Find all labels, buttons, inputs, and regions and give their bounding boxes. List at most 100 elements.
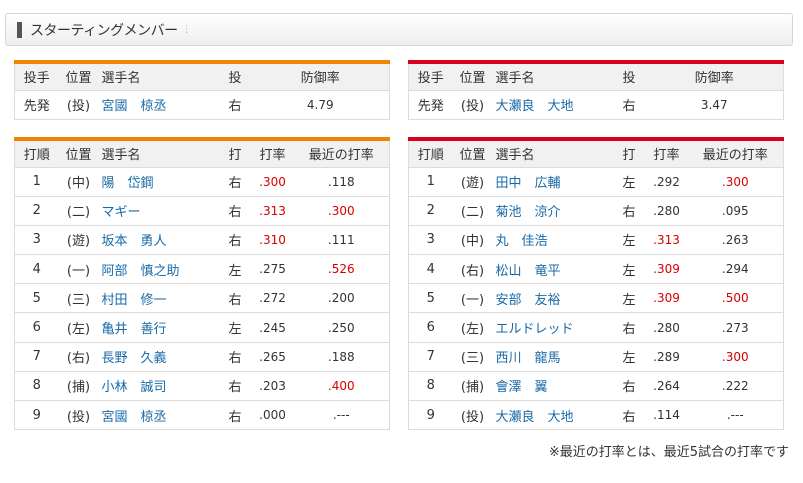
table-row: 5 (三) 村田 修一右 .272.200 [14,283,390,313]
table-row: 7 (三) 西川 龍馬左 .289.300 [408,341,784,372]
lineup-table-right: 打順 位置 選手名 打 打率 最近の打率 1 (遊) 田中 広輔左 .292.300 2… [408,137,784,431]
recent-avg: .300 [687,166,784,197]
batting-order: 8 [408,370,453,401]
bats: 右 [218,166,252,197]
player-link[interactable]: マギー [98,195,219,226]
player-link[interactable]: 阿部 慎之助 [98,254,219,284]
batting-avg: .309 [645,254,688,284]
table-row: 3 (遊) 坂本 勇人右 .310.111 [14,224,390,255]
table-row: 8 (捕) 小林 誠司右 .203.400 [14,370,390,401]
col-header: 打 [612,139,646,167]
recent-avg: .--- [293,399,390,431]
position: (右) [452,254,493,284]
position: (二) [58,195,99,226]
table-row: 1 (遊) 田中 広輔左 .292.300 [408,166,784,197]
batting-order: 1 [14,166,59,197]
position: (三) [58,283,99,313]
table-row: 6 (左) 亀井 善行左 .245.250 [14,312,390,343]
batting-avg: .245 [251,312,294,343]
batting-order: 3 [14,224,59,255]
player-link[interactable]: 安部 友裕 [492,283,613,313]
player-link[interactable]: 宮國 椋丞 [98,399,219,431]
position: (投) [452,399,493,431]
col-header: 打率 [645,139,688,167]
col-header: 投手 [408,62,453,90]
player-link[interactable]: 大瀬良 大地 [492,399,613,431]
bats: 右 [612,195,646,226]
col-header: 投 [612,62,646,90]
position: (左) [58,312,99,343]
col-header: 打順 [14,139,59,167]
batting-order: 5 [14,283,59,313]
batting-avg: .310 [251,224,294,255]
player-link[interactable]: 會澤 翼 [492,370,613,401]
throws: 右 [612,89,646,120]
footnote: ※最近の打率とは、最近5試合の打率です [548,445,789,460]
player-link[interactable]: 亀井 善行 [98,312,219,343]
batting-order: 4 [14,254,59,284]
recent-avg: .400 [293,370,390,401]
batting-order: 5 [408,283,453,313]
position: (左) [452,312,493,343]
bats: 左 [612,341,646,372]
batting-avg: .275 [251,254,294,284]
player-link[interactable]: 長野 久義 [98,341,219,372]
batting-avg: .265 [251,341,294,372]
player-link[interactable]: 宮國 椋丞 [98,89,219,120]
batting-order: 1 [408,166,453,197]
player-link[interactable]: 陽 岱鋼 [98,166,219,197]
player-link[interactable]: エルドレッド [492,312,613,343]
position: (遊) [452,166,493,197]
recent-avg: .118 [293,166,390,197]
bats: 右 [612,370,646,401]
batting-avg: .203 [251,370,294,401]
table-row: 9 (投) 大瀬良 大地右 .114 .--- [408,399,784,431]
batting-order: 4 [408,254,453,284]
position: (投) [452,89,493,120]
pitcher-table-left: 投手 位置 選手名 投 防御率 先発 (投) 宮國 椋丞 右 4.79 [14,60,390,120]
bats: 右 [218,399,252,431]
player-link[interactable]: 丸 佳浩 [492,224,613,255]
bats: 右 [218,195,252,226]
batting-order: 9 [408,399,453,431]
table-row: 4 (右) 松山 竜平左 .309.294 [408,254,784,284]
recent-avg: .500 [687,283,784,313]
table-row: 4 (一) 阿部 慎之助左 .275.526 [14,254,390,284]
player-link[interactable]: 西川 龍馬 [492,341,613,372]
player-link[interactable]: 田中 広輔 [492,166,613,197]
table-row: 2 (二) 菊池 涼介右 .280.095 [408,195,784,226]
player-link[interactable]: 松山 竜平 [492,254,613,284]
pitcher-role: 先発 [408,89,453,120]
batting-order: 2 [408,195,453,226]
batting-order: 6 [14,312,59,343]
batting-order: 7 [14,341,59,372]
position: (中) [58,166,99,197]
lineup-table-left: 打順 位置 選手名 打 打率 最近の打率 1 (中) 陽 岱鋼右 .300.118 2(… [14,137,390,431]
col-header: 打順 [408,139,453,167]
position: (三) [452,341,493,372]
pitcher-role: 先発 [14,89,59,120]
batting-avg: .309 [645,283,688,313]
player-link[interactable]: 坂本 勇人 [98,224,219,255]
recent-avg: .--- [687,399,784,431]
batting-avg: .313 [251,195,294,226]
recent-avg: .250 [293,312,390,343]
player-link[interactable]: 菊池 涼介 [492,195,613,226]
throws: 右 [218,89,252,120]
recent-avg: .200 [293,283,390,313]
player-link[interactable]: 村田 修一 [98,283,219,313]
position: (遊) [58,224,99,255]
era: 4.79 [251,89,390,120]
pitcher-table-right: 投手 位置 選手名 投 防御率 先発 (投) 大瀬良 大地 右 3.47 [408,60,784,120]
player-link[interactable]: 小林 誠司 [98,370,219,401]
col-header: 位置 [58,62,99,90]
player-link[interactable]: 大瀬良 大地 [492,89,613,120]
bats: 左 [612,224,646,255]
col-header: 投手 [14,62,59,90]
batting-order: 3 [408,224,453,255]
batting-avg: .289 [645,341,688,372]
table-row: 6 (左) エルドレッド右 .280.273 [408,312,784,343]
era: 3.47 [645,89,784,120]
bats: 右 [612,312,646,343]
bats: 左 [612,254,646,284]
